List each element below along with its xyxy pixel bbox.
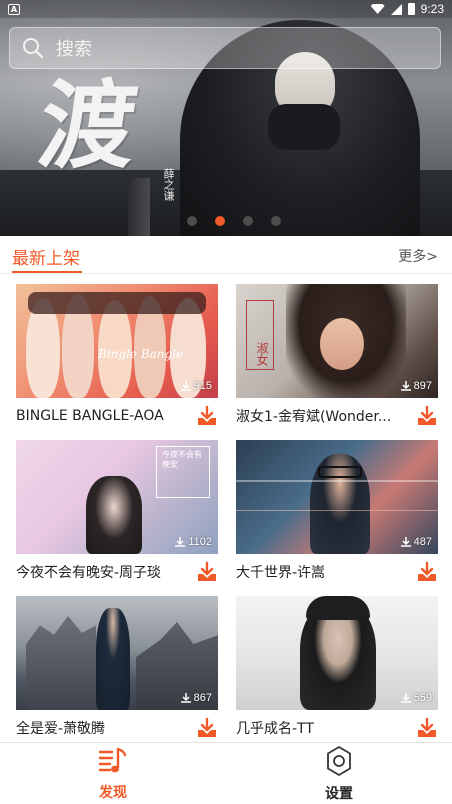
download-count: 915: [180, 380, 212, 392]
download-small-icon: [400, 693, 411, 703]
download-icon[interactable]: [196, 717, 218, 739]
banner-hands: [268, 104, 340, 150]
song-cover[interactable]: Bingle Bangle 915: [16, 284, 218, 398]
song-card[interactable]: 867 全是爱-萧敬腾: [16, 596, 218, 746]
cover-art-text: Bingle Bangle: [98, 347, 184, 361]
section-divider: [0, 273, 452, 274]
song-title[interactable]: 淑女1-金宥斌(Wonder...: [236, 406, 391, 426]
carousel-indicator: [187, 216, 281, 226]
search-placeholder: 搜索: [56, 39, 92, 60]
status-indicators: 9:23: [370, 2, 444, 16]
song-title[interactable]: BINGLE BANGLE-AOA: [16, 408, 164, 424]
download-count: 1102: [175, 536, 212, 548]
download-count: 559: [400, 692, 432, 704]
song-card[interactable]: Bingle Bangle 915 BINGLE BANGLE-AOA: [16, 284, 218, 434]
music-note-icon: [98, 746, 128, 780]
status-bar: A 9:23: [0, 0, 452, 18]
song-cover[interactable]: 487: [236, 440, 438, 554]
song-title[interactable]: 大千世界-许嵩: [236, 562, 325, 582]
search-bar[interactable]: 搜索: [9, 27, 441, 69]
wifi-icon: [370, 4, 385, 14]
carousel-dot[interactable]: [243, 216, 253, 226]
song-cover[interactable]: 淑女 897: [236, 284, 438, 398]
song-card[interactable]: 487 大千世界-许嵩: [236, 440, 438, 590]
carousel-dot[interactable]: [187, 216, 197, 226]
song-title[interactable]: 全是爱-萧敬腾: [16, 718, 105, 738]
section-title: 最新上架: [12, 249, 80, 269]
signal-icon: [390, 3, 402, 15]
download-icon[interactable]: [196, 405, 218, 427]
song-title[interactable]: 几乎成名-TT: [236, 718, 314, 738]
banner-signature: 薛之谦: [162, 168, 175, 201]
download-icon[interactable]: [196, 561, 218, 583]
song-cover[interactable]: 867: [16, 596, 218, 710]
carousel-dot[interactable]: [271, 216, 281, 226]
more-link[interactable]: 更多>: [398, 246, 438, 266]
gear-icon: [323, 745, 355, 781]
nav-discover-label: 发现: [99, 784, 127, 801]
download-count-value: 915: [193, 380, 212, 392]
download-count-value: 897: [413, 380, 432, 392]
nav-settings[interactable]: 设置: [226, 743, 452, 804]
download-small-icon: [180, 693, 191, 703]
download-count: 897: [400, 380, 432, 392]
download-count-value: 867: [193, 692, 212, 704]
song-cover[interactable]: 今夜不会有晚安 1102: [16, 440, 218, 554]
battery-icon: [407, 3, 415, 15]
download-small-icon: [175, 537, 186, 547]
song-card[interactable]: 淑女 897 淑女1-金宥斌(Wonder...: [236, 284, 438, 434]
download-icon[interactable]: [416, 561, 438, 583]
banner-calligraphy: 渡: [32, 69, 141, 182]
download-count: 867: [180, 692, 212, 704]
banner-post: [128, 178, 150, 236]
download-icon[interactable]: [416, 717, 438, 739]
download-count: 487: [400, 536, 432, 548]
song-title[interactable]: 今夜不会有晚安-周子琰: [16, 562, 161, 582]
cover-art-text: 今夜不会有晚安: [162, 450, 202, 469]
notification-badge: A: [8, 3, 20, 15]
nav-settings-label: 设置: [325, 785, 353, 802]
carousel-dot-active[interactable]: [215, 216, 225, 226]
download-small-icon: [400, 537, 411, 547]
download-count-value: 487: [413, 536, 432, 548]
status-time: 9:23: [420, 2, 444, 16]
song-card[interactable]: 559 几乎成名-TT: [236, 596, 438, 746]
search-icon: [22, 37, 44, 59]
download-small-icon: [400, 381, 411, 391]
song-card[interactable]: 今夜不会有晚安 1102 今夜不会有晚安-周子琰: [16, 440, 218, 590]
download-count-value: 559: [413, 692, 432, 704]
download-icon[interactable]: [416, 405, 438, 427]
download-small-icon: [180, 381, 191, 391]
cover-art-text: 淑女: [255, 342, 269, 366]
nav-discover[interactable]: 发现: [0, 743, 226, 804]
download-count-value: 1102: [188, 536, 212, 548]
song-cover[interactable]: 559: [236, 596, 438, 710]
